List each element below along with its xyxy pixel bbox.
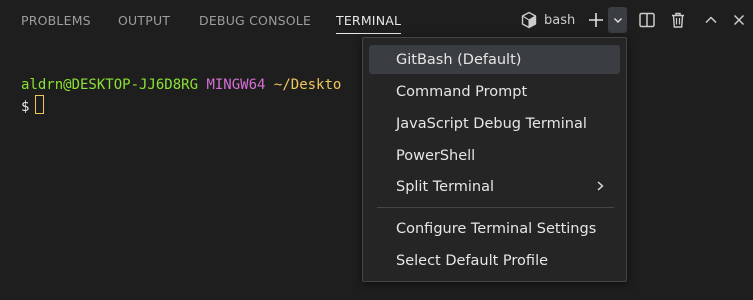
menu-item-javascript-debug-terminal[interactable]: JavaScript Debug Terminal xyxy=(369,109,620,138)
shell-selector[interactable]: bash xyxy=(520,8,590,32)
chevron-right-icon xyxy=(594,180,606,196)
close-icon xyxy=(733,14,745,26)
menu-item-label: Select Default Profile xyxy=(396,252,549,269)
menu-item-select-default-profile[interactable]: Select Default Profile xyxy=(369,246,620,275)
new-terminal-group xyxy=(583,7,627,33)
menu-item-label: JavaScript Debug Terminal xyxy=(396,115,587,132)
prompt-line: aldrn@DESKTOP-JJ6D8RG MINGW64 ~/Deskto xyxy=(21,75,341,95)
tab-debug-console[interactable]: DEBUG CONSOLE xyxy=(199,12,311,29)
terminal-system: MINGW64 xyxy=(206,77,266,93)
menu-item-powershell[interactable]: PowerShell xyxy=(369,141,620,170)
plus-icon xyxy=(588,13,603,27)
new-terminal-button[interactable] xyxy=(583,7,608,33)
terminal-user-host: aldrn@DESKTOP-JJ6D8RG xyxy=(21,77,199,93)
terminal-shell-icon xyxy=(520,11,538,29)
maximize-panel-button[interactable] xyxy=(700,8,722,32)
terminal-path: ~/Deskto xyxy=(273,77,342,93)
chevron-down-icon xyxy=(613,18,622,23)
tab-output[interactable]: OUTPUT xyxy=(118,12,170,29)
menu-item-label: PowerShell xyxy=(396,147,476,164)
launch-profile-button[interactable] xyxy=(608,7,627,33)
menu-item-label: Command Prompt xyxy=(396,83,528,100)
menu-separator xyxy=(377,207,614,208)
split-icon xyxy=(639,12,655,28)
tab-problems[interactable]: PROBLEMS xyxy=(21,12,91,29)
shell-name-label: bash xyxy=(544,12,576,28)
kill-terminal-button[interactable] xyxy=(667,8,689,32)
prompt-symbol: $ xyxy=(21,99,30,115)
close-panel-button[interactable] xyxy=(728,8,750,32)
menu-item-label: GitBash (Default) xyxy=(396,51,522,68)
trash-icon xyxy=(672,12,684,28)
terminal-profile-menu: GitBash (Default) Command Prompt JavaScr… xyxy=(362,37,627,282)
tab-terminal[interactable]: TERMINAL xyxy=(336,12,402,34)
terminal-cursor xyxy=(35,95,45,114)
menu-item-split-terminal[interactable]: Split Terminal xyxy=(369,172,620,201)
split-terminal-button[interactable] xyxy=(636,8,658,32)
menu-item-label: Split Terminal xyxy=(396,178,495,195)
menu-item-configure-terminal-settings[interactable]: Configure Terminal Settings xyxy=(369,214,620,243)
menu-item-label: Configure Terminal Settings xyxy=(396,220,597,237)
menu-item-command-prompt[interactable]: Command Prompt xyxy=(369,77,620,106)
terminal-panel: PROBLEMS OUTPUT DEBUG CONSOLE TERMINAL b… xyxy=(0,0,753,300)
chevron-up-icon xyxy=(705,16,717,24)
input-line[interactable]: $ xyxy=(21,95,45,117)
menu-item-gitbash[interactable]: GitBash (Default) xyxy=(369,45,620,74)
